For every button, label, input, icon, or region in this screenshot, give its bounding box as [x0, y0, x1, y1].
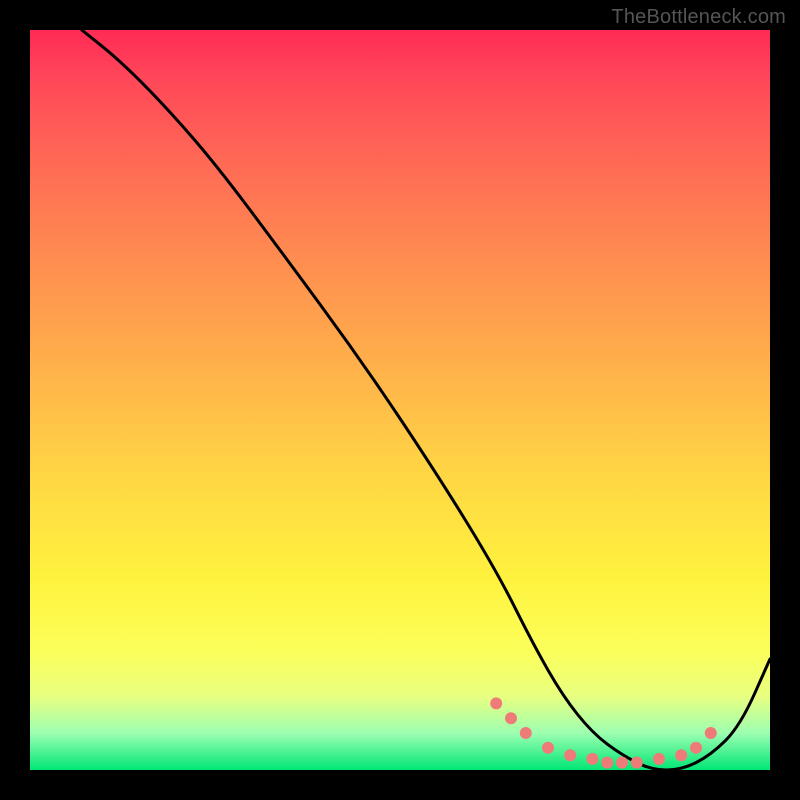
highlight-dots — [490, 697, 717, 768]
plot-area — [30, 30, 770, 770]
watermark-text: TheBottleneck.com — [611, 6, 786, 29]
highlight-dot — [690, 742, 702, 754]
highlight-dot — [505, 712, 517, 724]
highlight-dot — [601, 757, 613, 769]
highlight-dot — [490, 697, 502, 709]
highlight-dot — [542, 742, 554, 754]
highlight-dot — [520, 727, 532, 739]
chart-svg — [30, 30, 770, 770]
bottleneck-curve — [82, 30, 770, 770]
highlight-dot — [616, 757, 628, 769]
highlight-dot — [675, 749, 687, 761]
highlight-dot — [653, 753, 665, 765]
chart-frame: TheBottleneck.com — [0, 0, 800, 800]
highlight-dot — [586, 753, 598, 765]
highlight-dot — [631, 757, 643, 769]
highlight-dot — [564, 749, 576, 761]
highlight-dot — [705, 727, 717, 739]
